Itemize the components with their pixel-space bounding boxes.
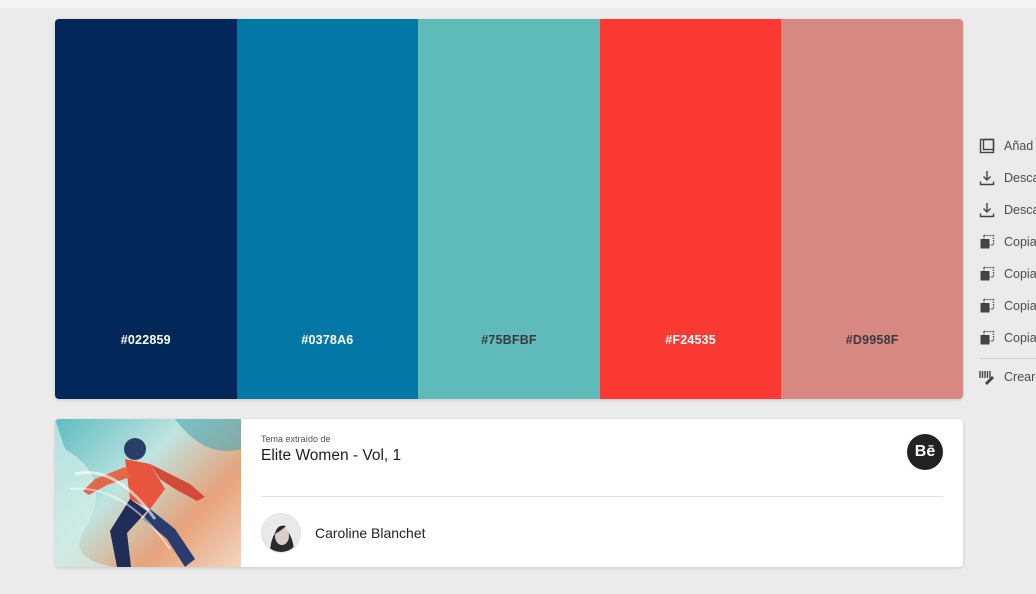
library-add-icon: [978, 137, 996, 155]
swatch-hex-label: #D9958F: [845, 333, 899, 347]
copy-action-1[interactable]: Copia: [978, 226, 1036, 258]
author-link[interactable]: Caroline Blanchet: [261, 513, 426, 553]
download-action-1[interactable]: Desca: [978, 162, 1036, 194]
menu-divider: [980, 358, 1036, 359]
swatch-hex-label: #F24535: [665, 333, 716, 347]
copy-icon: [978, 297, 996, 315]
color-swatch-5[interactable]: #D9958F: [781, 19, 963, 399]
actions-menu: Añad Desca Desca Copia Copia Copia Copia…: [978, 130, 1036, 393]
add-to-library-action[interactable]: Añad: [978, 130, 1036, 162]
source-meta: Tema extraído de Elite Women - Vol, 1: [261, 434, 401, 465]
color-swatch-4[interactable]: #F24535: [599, 19, 782, 399]
swatch-hex-label: #022859: [120, 333, 171, 347]
color-swatch-3[interactable]: #75BFBF: [418, 19, 600, 399]
source-card: Tema extraído de Elite Women - Vol, 1 Bē…: [55, 419, 963, 567]
download-icon: [978, 201, 996, 219]
action-label: Copia: [1004, 299, 1036, 313]
source-artwork-thumbnail[interactable]: [55, 419, 241, 567]
author-name: Caroline Blanchet: [315, 525, 426, 541]
action-label: Añad: [1004, 139, 1034, 153]
download-icon: [978, 169, 996, 187]
swatch-hex-label: #0378A6: [301, 333, 354, 347]
color-palette: #022859 #0378A6 #75BFBF #F24535 #D9958F: [55, 19, 963, 399]
extracted-from-label: Tema extraído de: [261, 434, 331, 444]
action-label: Desca: [1004, 203, 1036, 217]
create-brush-icon: [978, 368, 996, 386]
behance-logo-button[interactable]: Bē: [907, 434, 943, 470]
create-action[interactable]: Crear: [978, 361, 1036, 393]
source-title-link[interactable]: Elite Women - Vol, 1: [261, 447, 401, 465]
download-action-2[interactable]: Desca: [978, 194, 1036, 226]
copy-icon: [978, 233, 996, 251]
author-avatar: [261, 513, 301, 553]
action-label: Copia: [1004, 331, 1036, 345]
copy-action-2[interactable]: Copia: [978, 258, 1036, 290]
action-label: Copia: [1004, 235, 1036, 249]
swatch-hex-label: #75BFBF: [481, 333, 537, 347]
action-label: Desca: [1004, 171, 1036, 185]
copy-icon: [978, 329, 996, 347]
copy-action-4[interactable]: Copia: [978, 322, 1036, 354]
card-divider: [261, 496, 943, 497]
copy-action-3[interactable]: Copia: [978, 290, 1036, 322]
color-swatch-2[interactable]: #0378A6: [236, 19, 419, 399]
action-label: Copia: [1004, 267, 1036, 281]
copy-icon: [978, 265, 996, 283]
color-swatch-1[interactable]: #022859: [55, 19, 237, 399]
action-label: Crear: [1004, 370, 1036, 384]
